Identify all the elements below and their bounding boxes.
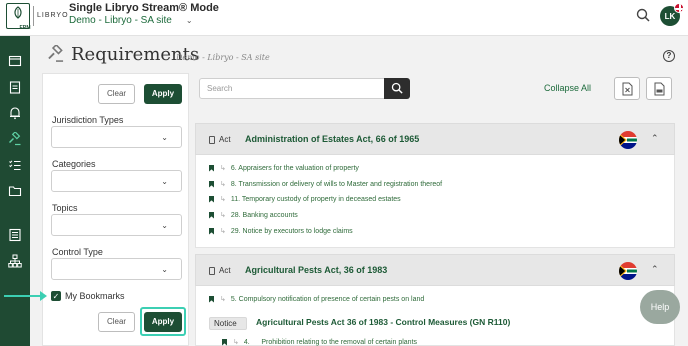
control-type-select[interactable]: ⌄ [51,258,182,280]
act-type-tag: Act [209,266,231,275]
help-icon[interactable]: ? [663,50,675,62]
search-input[interactable]: Search [199,78,385,99]
list-item[interactable]: ↳ 29. Notice by executors to lodge claims [209,227,353,235]
org-chart-icon[interactable] [8,254,22,268]
arrow-icon: ↳ [220,212,226,219]
pdf-file-icon [654,82,665,96]
chevron-up-icon[interactable]: ⌃ [651,133,659,144]
arrow-icon: ↳ [220,196,226,203]
export-pdf-button[interactable] [646,77,672,100]
notice-type-tag: Notice [209,317,247,330]
bookmarks-label: My Bookmarks [65,291,125,301]
logo-divider [33,6,34,26]
bookmark-icon [209,211,214,219]
act-header[interactable]: Act Agricultural Pests Act, 36 of 1983 ⌃ [195,254,675,286]
document-list-icon[interactable] [8,228,22,242]
export-excel-button[interactable] [614,77,640,100]
topics-label: Topics [52,203,78,213]
sidebar [0,36,30,346]
uk-flag-icon [674,3,684,13]
help-button[interactable]: Help [640,290,680,324]
leaf-icon [14,6,22,19]
erm-logo: ERM [6,3,31,31]
arrow-icon: ↳ [233,339,239,346]
act-title[interactable]: Administration of Estates Act, 66 of 196… [245,134,419,144]
checklist-icon[interactable] [8,158,22,172]
act-body: ↳ 6. Appraisers for the valuation of prop… [195,155,675,248]
bookmark-icon [209,180,214,188]
jurisdiction-types-select[interactable]: ⌄ [51,126,182,148]
categories-select[interactable]: ⌄ [51,170,182,192]
act-type-tag: Act [209,135,231,144]
gavel-icon[interactable] [8,131,22,146]
top-header: ERM LIBRYO Single Libryo Stream® Mode De… [0,0,688,36]
arrow-icon: ↳ [220,296,226,303]
window-icon[interactable] [8,54,22,68]
search-icon[interactable] [636,8,650,22]
page-subtitle: Demo - Libryo - SA site [176,53,270,62]
list-item[interactable]: ↳ 11. Temporary custody of property in de… [209,195,401,203]
bookmark-icon [209,227,214,235]
site-name: Demo - Libryo - SA site [69,15,172,26]
apply-button-bottom[interactable]: Apply [144,312,182,332]
bookmark-icon [222,338,227,346]
libryo-logo-text: LIBRYO [37,12,69,19]
clipboard-icon[interactable] [8,80,22,94]
bookmark-icon [209,295,214,303]
chevron-down-icon: ⌄ [161,265,168,274]
chevron-down-icon: ⌄ [161,133,168,142]
site-selector[interactable]: Demo - Libryo - SA site ⌄ [69,15,193,26]
apply-button[interactable]: Apply [144,84,182,104]
clear-button[interactable]: Clear [98,84,135,104]
document-icon [209,266,215,275]
search-icon [391,82,403,94]
jurisdiction-types-label: Jurisdiction Types [52,115,124,125]
act-body: ↳ 5. Compulsory notification of presence … [195,286,675,346]
annotation-arrow [4,291,47,301]
list-item[interactable]: ↳ 6. Appraisers for the valuation of prop… [209,164,359,172]
bookmark-icon [209,195,214,203]
act-header[interactable]: Act Administration of Estates Act, 66 of… [195,123,675,155]
list-item[interactable]: ↳ 28. Banking accounts [209,211,298,219]
chevron-down-icon: ⌄ [161,177,168,186]
list-item[interactable]: ↳ 8. Transmission or delivery of wills to… [209,180,442,188]
chevron-up-icon[interactable]: ⌃ [651,264,659,275]
folder-icon[interactable] [8,184,22,198]
notice-title[interactable]: Agricultural Pests Act 36 of 1983 - Cont… [256,317,510,327]
south-africa-flag-icon [619,131,637,149]
act-title[interactable]: Agricultural Pests Act, 36 of 1983 [245,265,387,275]
categories-label: Categories [52,159,96,169]
chevron-down-icon: ⌄ [185,16,193,25]
arrow-icon: ↳ [220,228,226,235]
control-type-label: Control Type [52,247,103,257]
collapse-all-link[interactable]: Collapse All [544,83,591,93]
bookmark-icon [209,164,214,172]
topics-select[interactable]: ⌄ [51,214,182,236]
chevron-down-icon: ⌄ [161,221,168,230]
list-item[interactable]: ↳ 4. Prohibition relating to the removal … [222,338,417,346]
gavel-icon [48,45,64,62]
bookmarks-checkbox[interactable]: ✓ [51,291,61,301]
list-item[interactable]: ↳ 5. Compulsory notification of presence … [209,295,424,303]
excel-file-icon [622,82,633,96]
search-button[interactable] [384,78,410,99]
clear-button-bottom[interactable]: Clear [98,312,135,332]
bell-icon[interactable] [8,106,22,120]
document-icon [209,135,215,144]
arrow-icon: ↳ [220,181,226,188]
south-africa-flag-icon [619,262,637,280]
app-title: Single Libryo Stream® Mode [69,2,219,14]
arrow-icon: ↳ [220,165,226,172]
